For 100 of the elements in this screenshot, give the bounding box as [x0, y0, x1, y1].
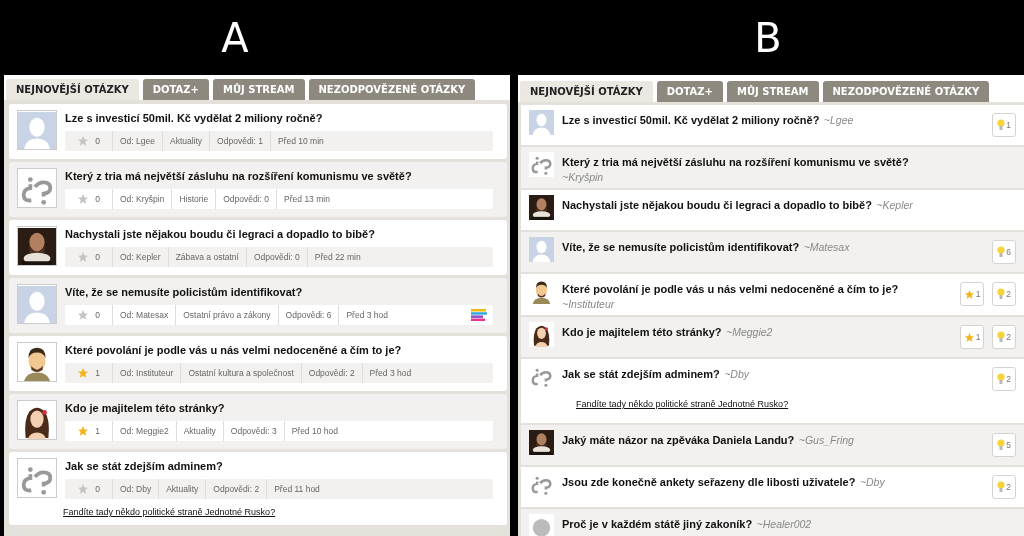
- time-text: Před 13 min: [276, 189, 337, 209]
- category-text: Aktuality: [162, 131, 210, 151]
- light-bulb-icon: [997, 331, 1006, 343]
- question-title[interactable]: Nachystali jste nějakou boudu či legraci a dopadlo to bibě?: [562, 199, 872, 211]
- question-title[interactable]: Které povolání je podle vás u nás velmi nedoceněné a čím to je?: [562, 283, 899, 295]
- time-text: Před 11 hod: [266, 479, 327, 499]
- light-bulb-icon: [997, 373, 1006, 385]
- star-badge[interactable]: 1: [960, 282, 984, 306]
- category-text: Historie: [171, 189, 216, 209]
- star-count: 1: [975, 332, 981, 342]
- answers-count: Odpovědi: 0: [215, 189, 277, 209]
- light-bulb-icon: [997, 288, 1006, 300]
- question-title[interactable]: Lze s investicí 50mil. Kč vydělat 2 miliony ročně?: [65, 112, 493, 124]
- answers-count: Odpovědi: 3: [222, 421, 284, 441]
- question-title[interactable]: Nachystali jste nějakou boudu či legraci a dopadlo to bibě?: [65, 228, 493, 240]
- idea-badge[interactable]: 5: [992, 433, 1016, 457]
- bars-icon: [471, 309, 487, 321]
- question-title[interactable]: Který z tria má největší zásluhu na rozšíření komunismu ve světě?: [562, 156, 909, 168]
- time-text: Před 3 hod: [338, 305, 396, 325]
- answers-count: Odpovědi: 0: [245, 247, 307, 267]
- star-icon: [963, 331, 975, 343]
- category-text: Ostatní právo a zákony: [175, 305, 278, 325]
- star-count: 0: [95, 194, 100, 204]
- related-question-link[interactable]: Fandíte tady někdo politické straně Jednotné Rusko?: [63, 507, 493, 517]
- tab[interactable]: NEJNOVĚJŠÍ OTÁZKY: [6, 79, 139, 100]
- idea-badge[interactable]: 2: [992, 325, 1016, 349]
- time-text: Před 10 hod: [283, 421, 345, 441]
- user-silhouette-icon: [529, 110, 554, 135]
- author-text: ~Instituteur: [562, 298, 615, 310]
- star-count: 0: [95, 310, 100, 320]
- idea-count: 1: [1006, 120, 1011, 130]
- user-silhouette-icon: [529, 237, 554, 262]
- question-title[interactable]: Kdo je majitelem této stránky?: [65, 402, 493, 414]
- user-silhouette-icon: [18, 285, 56, 323]
- author-text: Od: Lgee: [112, 131, 162, 151]
- star-count: 1: [95, 426, 100, 436]
- author-text: ~Meggie2: [726, 326, 773, 338]
- star-count: 0: [95, 484, 100, 494]
- idea-badge[interactable]: 2: [992, 475, 1016, 499]
- idea-count: 2: [1006, 332, 1011, 342]
- question-title[interactable]: Lze s investicí 50mil. Kč vydělat 2 miliony ročně?: [562, 114, 820, 126]
- question-title[interactable]: Který z tria má největší zásluhu na rozšíření komunismu ve světě?: [65, 170, 493, 182]
- answers-count: Odpovědi: 1: [209, 131, 270, 151]
- variant-label: B: [754, 14, 782, 61]
- author-text: Od: Kepler: [112, 247, 168, 267]
- question-title[interactable]: Jak se stát zdejším adminem?: [562, 368, 720, 380]
- answers-count: Odpovědi: 2: [205, 479, 267, 499]
- author-text: Od: Dby: [112, 479, 159, 499]
- author-text: ~Matesax: [803, 241, 850, 253]
- idea-count: 2: [1006, 289, 1011, 299]
- star-count: 1: [975, 289, 981, 299]
- author-text: ~Gus_Fring: [798, 434, 854, 446]
- author-text: Od: Instituteur: [112, 363, 181, 383]
- answers-count: Odpovědi: 2: [300, 363, 362, 383]
- idea-badge[interactable]: 6: [992, 240, 1016, 264]
- idea-badge[interactable]: 2: [992, 282, 1016, 306]
- question-title[interactable]: Víte, že se nemusíte policistům identifikovat?: [65, 286, 493, 298]
- author-text: ~Kryšpin: [562, 171, 604, 183]
- time-text: Před 22 min: [306, 247, 368, 267]
- time-text: Před 3 hod: [361, 363, 419, 383]
- category-text: Ostatní kultura a společnost: [180, 363, 301, 383]
- idea-count: 2: [1006, 482, 1011, 492]
- time-text: Před 10 min: [269, 131, 331, 151]
- answers-count: Odpovědi: 6: [277, 305, 339, 325]
- related-question-link[interactable]: Fandíte tady někdo politické straně Jednotné Rusko?: [576, 399, 789, 409]
- idea-badge[interactable]: 2: [992, 367, 1016, 391]
- author-text: ~Dby: [859, 476, 885, 488]
- author-text: Od: Matesax: [112, 305, 176, 325]
- idea-count: 5: [1006, 440, 1011, 450]
- author-text: ~Healer002: [756, 518, 812, 530]
- question-title[interactable]: Jaký máte názor na zpěváka Daniela Landu?: [562, 434, 795, 446]
- category-text: Aktuality: [175, 421, 223, 441]
- star-count: 0: [95, 252, 100, 262]
- light-bulb-icon: [997, 439, 1006, 451]
- idea-badge[interactable]: 1: [992, 113, 1016, 137]
- tab[interactable]: NEJNOVĚJŠÍ OTÁZKY: [520, 81, 653, 102]
- author-text: ~Kepler: [876, 199, 913, 211]
- author-text: Od: Kryšpin: [112, 189, 172, 209]
- light-bulb-icon: [997, 246, 1006, 258]
- star-badge[interactable]: 1: [960, 325, 984, 349]
- variant-label: A: [221, 14, 249, 61]
- light-bulb-icon: [997, 119, 1006, 131]
- light-bulb-icon: [997, 481, 1006, 493]
- idea-count: 6: [1006, 247, 1011, 257]
- author-text: Od: Meggie2: [112, 421, 176, 441]
- user-silhouette-icon: [18, 111, 56, 149]
- category-text: Aktuality: [158, 479, 206, 499]
- question-title[interactable]: Které povolání je podle vás u nás velmi nedoceněné a čím to je?: [65, 344, 493, 356]
- category-text: Zábava a ostatní: [167, 247, 246, 267]
- author-text: ~Lgee: [823, 114, 854, 126]
- star-count: 1: [95, 368, 100, 378]
- question-title[interactable]: Kdo je majitelem této stránky?: [562, 326, 722, 338]
- question-title[interactable]: Jsou zde konečně ankety seřazeny dle libosti uživatele?: [562, 476, 856, 488]
- question-title[interactable]: Víte, že se nemusíte policistům identifikovat?: [562, 241, 800, 253]
- idea-count: 2: [1006, 374, 1011, 384]
- star-count: 0: [95, 136, 100, 146]
- question-title[interactable]: Jak se stát zdejším adminem?: [65, 460, 493, 472]
- star-icon: [963, 288, 975, 300]
- question-title[interactable]: Proč je v každém státě jiný zakoník?: [562, 518, 753, 530]
- author-text: ~Dby: [724, 368, 749, 380]
